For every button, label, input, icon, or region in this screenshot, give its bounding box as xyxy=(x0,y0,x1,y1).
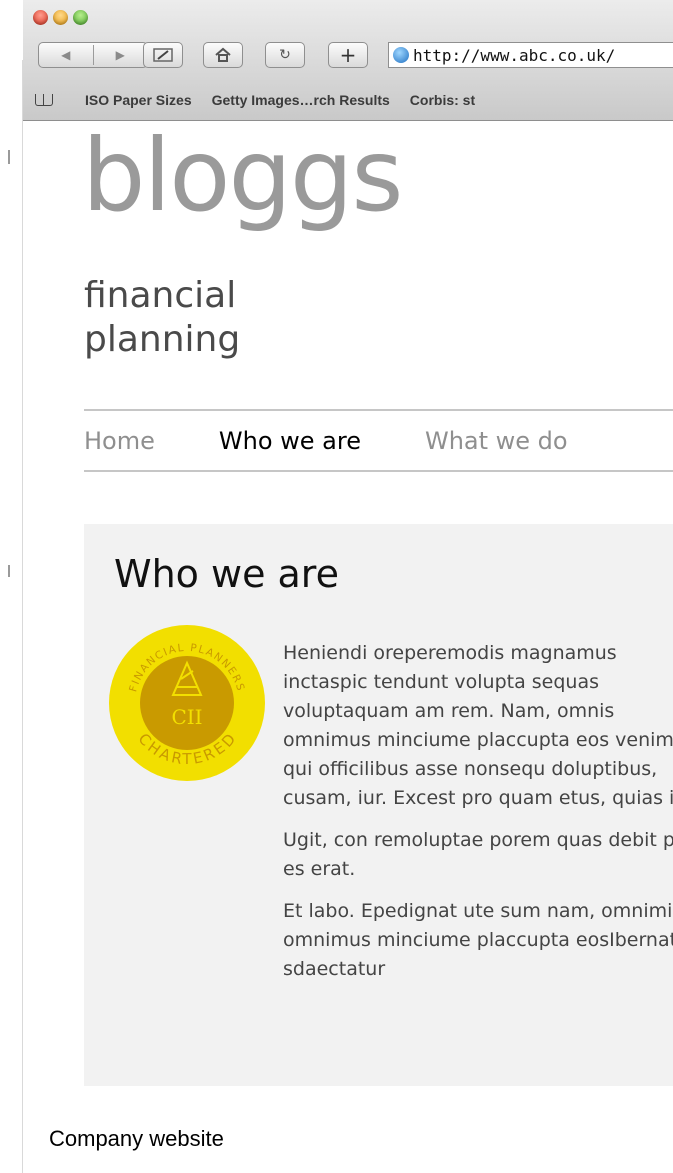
nav-top-rule xyxy=(84,409,673,411)
back-arrow-icon[interactable]: ◀ xyxy=(39,48,93,62)
browser-toolbar: ◀ ▶ ↻ + http://www.abc.co.uk/ ISO Paper … xyxy=(23,0,673,121)
bookmarks-bar: ISO Paper Sizes Getty Images…rch Results… xyxy=(23,88,673,112)
forward-arrow-icon[interactable]: ▶ xyxy=(94,48,148,62)
bookmark-iso-paper-sizes[interactable]: ISO Paper Sizes xyxy=(85,92,192,108)
nav-what-we-do[interactable]: What we do xyxy=(425,427,568,455)
section-heading: Who we are xyxy=(114,552,339,596)
book-icon[interactable] xyxy=(35,94,53,106)
add-bookmark-button[interactable]: + xyxy=(328,42,368,68)
zoom-window-button[interactable] xyxy=(73,10,88,25)
reload-button[interactable]: ↻ xyxy=(265,42,305,68)
reload-icon: ↻ xyxy=(279,47,291,63)
paragraph-1: Heniendi oreperemodis magnamus inctaspic… xyxy=(283,642,673,809)
chartered-badge-icon: FINANCIAL PLANNERS CHARTERED CII xyxy=(109,625,265,781)
pencil-icon xyxy=(153,48,173,62)
left-divider xyxy=(22,60,23,1173)
nav-home[interactable]: Home xyxy=(84,427,155,455)
edge-mark xyxy=(8,150,10,164)
body-copy: Heniendi oreperemodis magnamus inctaspic… xyxy=(283,639,673,997)
edit-button[interactable] xyxy=(143,42,183,68)
badge-center-text: CII xyxy=(171,705,202,729)
back-forward-buttons: ◀ ▶ xyxy=(38,42,148,68)
nav-bottom-rule xyxy=(84,470,673,472)
close-window-button[interactable] xyxy=(33,10,48,25)
home-icon xyxy=(215,47,231,62)
paragraph-2: Ugit, con remoluptae porem quas debit pr… xyxy=(283,829,673,880)
nav-who-we-are[interactable]: Who we are xyxy=(219,427,361,455)
bookmark-getty-images[interactable]: Getty Images…rch Results xyxy=(212,92,390,108)
paragraph-3: Et labo. Epedignat ute sum nam, omnimi, … xyxy=(283,900,673,980)
address-bar[interactable]: http://www.abc.co.uk/ xyxy=(388,42,673,68)
edge-mark xyxy=(8,565,10,577)
bookmark-corbis[interactable]: Corbis: st xyxy=(410,92,475,108)
main-nav: Home Who we are What we do xyxy=(84,414,632,468)
globe-icon xyxy=(393,47,409,63)
logo-subtitle: financial planning xyxy=(84,275,241,360)
figure-caption: Company website xyxy=(49,1126,224,1151)
content-panel: Who we are FINANCIAL PLANNERS CHARTERED … xyxy=(84,524,673,1086)
logo-title: bloggs xyxy=(82,117,403,234)
plus-icon: + xyxy=(339,43,357,67)
url-text: http://www.abc.co.uk/ xyxy=(413,45,616,65)
home-button[interactable] xyxy=(203,42,243,68)
minimize-window-button[interactable] xyxy=(53,10,68,25)
